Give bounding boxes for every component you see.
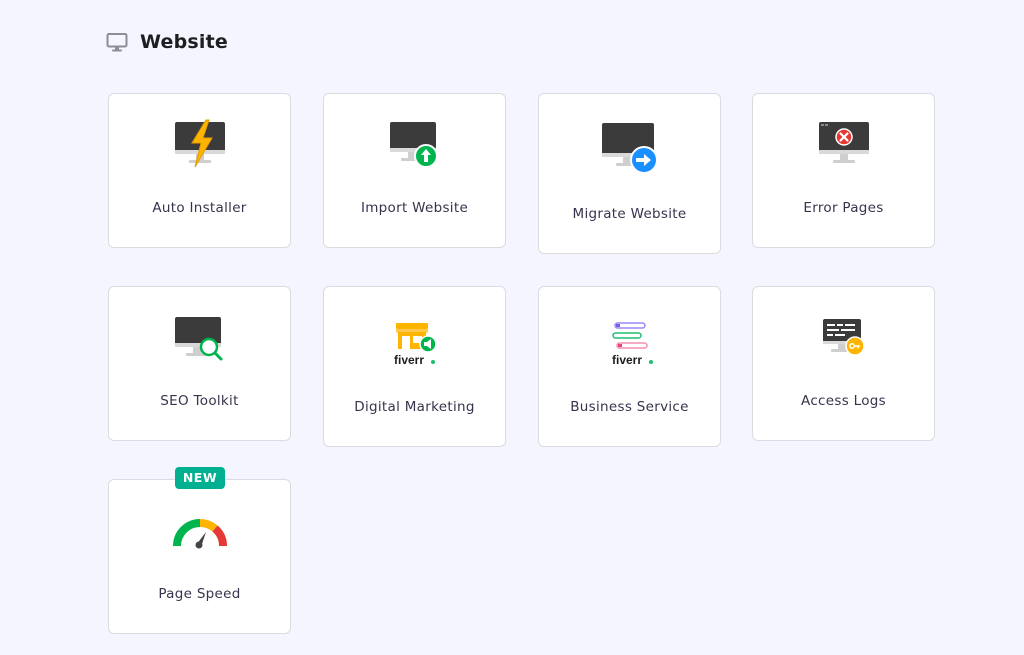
card-label: Auto Installer xyxy=(152,200,247,216)
key-monitor-icon xyxy=(822,319,865,356)
fiverr-list-icon: fiverr xyxy=(612,322,653,367)
monitor-icon xyxy=(106,33,128,52)
import-upload-monitor-icon xyxy=(389,122,438,168)
fiverr-logo: fiverr xyxy=(612,353,642,367)
card-label: Digital Marketing xyxy=(354,399,475,415)
card-business-service[interactable]: fiverr Business Service xyxy=(538,286,721,447)
migrate-arrow-monitor-icon xyxy=(601,123,658,174)
card-label: Business Service xyxy=(570,399,689,415)
card-auto-installer[interactable]: Auto Installer xyxy=(108,93,291,248)
section-title: Website xyxy=(140,31,228,53)
card-digital-marketing[interactable]: fiverr Digital Marketing xyxy=(323,286,506,447)
error-x-monitor-icon xyxy=(818,122,869,163)
section-header: Website xyxy=(106,30,228,54)
card-migrate-website[interactable]: Migrate Website xyxy=(538,93,721,254)
card-error-pages[interactable]: Error Pages xyxy=(752,93,935,248)
fiverr-storefront-icon: fiverr xyxy=(394,323,437,367)
new-badge: NEW xyxy=(175,467,225,489)
speedometer-icon xyxy=(172,518,227,549)
lightning-monitor-icon xyxy=(174,119,225,168)
magnifier-monitor-icon xyxy=(174,317,222,361)
card-label: Migrate Website xyxy=(572,206,687,222)
card-access-logs[interactable]: Access Logs xyxy=(752,286,935,441)
card-label: Import Website xyxy=(360,200,469,216)
card-page-speed[interactable]: Page Speed xyxy=(108,479,291,634)
card-label: Error Pages xyxy=(803,200,884,216)
card-seo-toolkit[interactable]: SEO Toolkit xyxy=(108,286,291,441)
card-import-website[interactable]: Import Website xyxy=(323,93,506,248)
card-label: SEO Toolkit xyxy=(160,393,239,409)
card-label: Page Speed xyxy=(158,586,241,602)
card-label: Access Logs xyxy=(801,393,886,409)
fiverr-logo: fiverr xyxy=(394,353,424,367)
